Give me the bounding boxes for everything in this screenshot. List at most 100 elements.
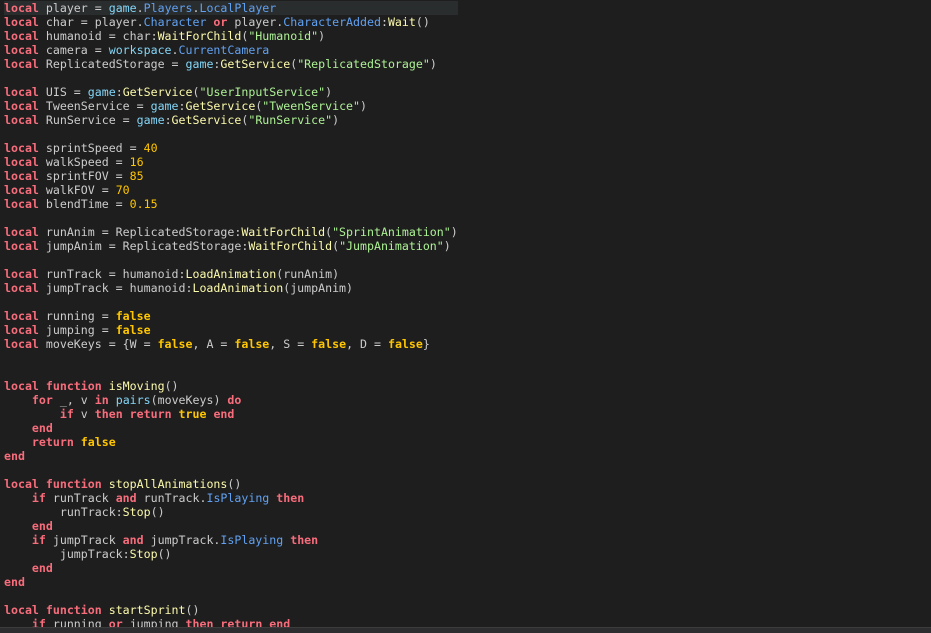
code-token-id: [4, 561, 32, 575]
code-token-kw: end: [4, 449, 25, 463]
code-token-fn: WaitForChild: [157, 29, 242, 43]
code-line[interactable]: if running or jumping then return end: [4, 617, 458, 627]
code-token-builtin: pairs: [115, 393, 151, 407]
code-token-kw: local: [4, 29, 39, 43]
code-line[interactable]: local moveKeys = {W = false, A = false, …: [4, 337, 458, 351]
code-token-kw: local: [4, 57, 39, 71]
code-token-kw: if: [59, 407, 74, 421]
code-token-num: 70: [115, 183, 130, 197]
code-line[interactable]: local walkSpeed = 16: [4, 155, 458, 169]
code-line[interactable]: ​: [4, 365, 458, 379]
code-line[interactable]: end: [4, 421, 458, 435]
code-line[interactable]: local player = game.Players.LocalPlayer: [4, 1, 458, 15]
code-token-id: [39, 477, 46, 491]
code-line[interactable]: ​: [4, 463, 458, 477]
code-token-kw: do: [227, 393, 242, 407]
code-line[interactable]: if v then return true end: [4, 407, 458, 421]
code-line[interactable]: end: [4, 519, 458, 533]
code-line[interactable]: local sprintFOV = 85: [4, 169, 458, 183]
code-token-id: [109, 393, 116, 407]
code-token-id: runTrack.: [136, 491, 207, 505]
code-token-kw: end: [31, 421, 53, 435]
code-line[interactable]: local blendTime = 0.15: [4, 197, 458, 211]
code-line[interactable]: ​: [4, 351, 458, 365]
code-line[interactable]: local walkFOV = 70: [4, 183, 458, 197]
code-token-id: }: [422, 337, 430, 351]
code-line[interactable]: ​: [4, 211, 458, 225]
code-token-bool: false: [80, 435, 116, 449]
code-line[interactable]: return false: [4, 435, 458, 449]
code-token-fn: GetService: [122, 85, 193, 99]
code-line[interactable]: ​: [4, 295, 458, 309]
code-line[interactable]: ​: [4, 253, 458, 267]
code-token-bool: false: [387, 337, 423, 351]
horizontal-scrollbar[interactable]: [0, 627, 931, 633]
code-line[interactable]: local RunService = game:GetService("RunS…: [4, 113, 458, 127]
code-token-num: 16: [129, 155, 144, 169]
code-token-id: walkFOV =: [38, 183, 116, 197]
code-token-prop: LocalPlayer: [199, 1, 277, 15]
code-token-kw: local: [4, 197, 39, 211]
code-token-id: .: [136, 1, 144, 15]
code-line[interactable]: if jumpTrack and jumpTrack.IsPlaying the…: [4, 533, 458, 547]
code-token-fn: startSprint: [108, 603, 186, 617]
code-token-id: moveKeys = {W =: [38, 337, 158, 351]
code-line[interactable]: end: [4, 575, 458, 589]
code-token-kw: if: [31, 533, 46, 547]
code-line[interactable]: if runTrack and runTrack.IsPlaying then: [4, 491, 458, 505]
code-token-kw: if: [31, 491, 46, 505]
code-token-id: (): [415, 15, 430, 29]
code-line[interactable]: local function startSprint(): [4, 603, 458, 617]
code-token-id: RunService =: [38, 113, 137, 127]
code-line[interactable]: ​: [4, 127, 458, 141]
code-token-kw: then: [185, 617, 214, 627]
code-token-fn: isMoving: [108, 379, 165, 393]
code-line[interactable]: runTrack:Stop(): [4, 505, 458, 519]
code-line[interactable]: local jumpAnim = ReplicatedStorage:WaitF…: [4, 239, 458, 253]
code-token-id: [4, 533, 32, 547]
code-token-id: ReplicatedStorage =: [38, 57, 186, 71]
code-line[interactable]: ​: [4, 589, 458, 603]
code-token-prop: IsPlaying: [206, 491, 270, 505]
code-token-kw: local: [4, 239, 39, 253]
code-line[interactable]: local runAnim = ReplicatedStorage:WaitFo…: [4, 225, 458, 239]
code-area[interactable]: local player = game.Players.LocalPlayer l…: [4, 1, 458, 627]
code-editor[interactable]: local player = game.Players.LocalPlayer l…: [0, 0, 931, 627]
code-line[interactable]: local TweenService = game:GetService("Tw…: [4, 99, 458, 113]
code-token-id: :: [115, 85, 123, 99]
code-line[interactable]: local jumping = false: [4, 323, 458, 337]
code-line[interactable]: local jumpTrack = humanoid:LoadAnimation…: [4, 281, 458, 295]
code-token-id: char = player.: [38, 15, 144, 29]
code-line[interactable]: end: [4, 449, 458, 463]
code-token-id: , D =: [346, 337, 388, 351]
code-line[interactable]: jumpTrack:Stop(): [4, 547, 458, 561]
code-line[interactable]: local char = player.Character or player.…: [4, 15, 458, 29]
code-token-fn: LoadAnimation: [185, 267, 277, 281]
code-token-id: [4, 407, 60, 421]
code-token-id: jumpTrack = humanoid:: [38, 281, 193, 295]
code-line[interactable]: ​: [4, 71, 458, 85]
code-token-id: [39, 379, 46, 393]
code-line[interactable]: for _, v in pairs(moveKeys) do: [4, 393, 458, 407]
code-token-kw: then: [94, 407, 123, 421]
code-token-id: running: [45, 617, 109, 627]
code-line[interactable]: local function stopAllAnimations(): [4, 477, 458, 491]
code-line[interactable]: local camera = workspace.CurrentCamera: [4, 43, 458, 57]
code-token-kw: return: [31, 435, 74, 449]
code-token-kw: local: [4, 323, 39, 337]
code-token-kw: or: [108, 617, 123, 627]
code-token-kw: local: [4, 225, 39, 239]
code-line[interactable]: end: [4, 561, 458, 575]
code-token-kw: local: [4, 603, 39, 617]
code-token-id: jumping =: [38, 323, 116, 337]
code-line[interactable]: local runTrack = humanoid:LoadAnimation(…: [4, 267, 458, 281]
code-token-fn: WaitForChild: [241, 225, 326, 239]
code-line[interactable]: local running = false: [4, 309, 458, 323]
code-line[interactable]: local function isMoving(): [4, 379, 458, 393]
code-line[interactable]: local UIS = game:GetService("UserInputSe…: [4, 85, 458, 99]
code-line[interactable]: local humanoid = char:WaitForChild("Huma…: [4, 29, 458, 43]
code-line[interactable]: local ReplicatedStorage = game:GetServic…: [4, 57, 458, 71]
code-token-id: humanoid = char:: [38, 29, 158, 43]
code-line[interactable]: local sprintSpeed = 40: [4, 141, 458, 155]
code-token-id: UIS =: [38, 85, 88, 99]
